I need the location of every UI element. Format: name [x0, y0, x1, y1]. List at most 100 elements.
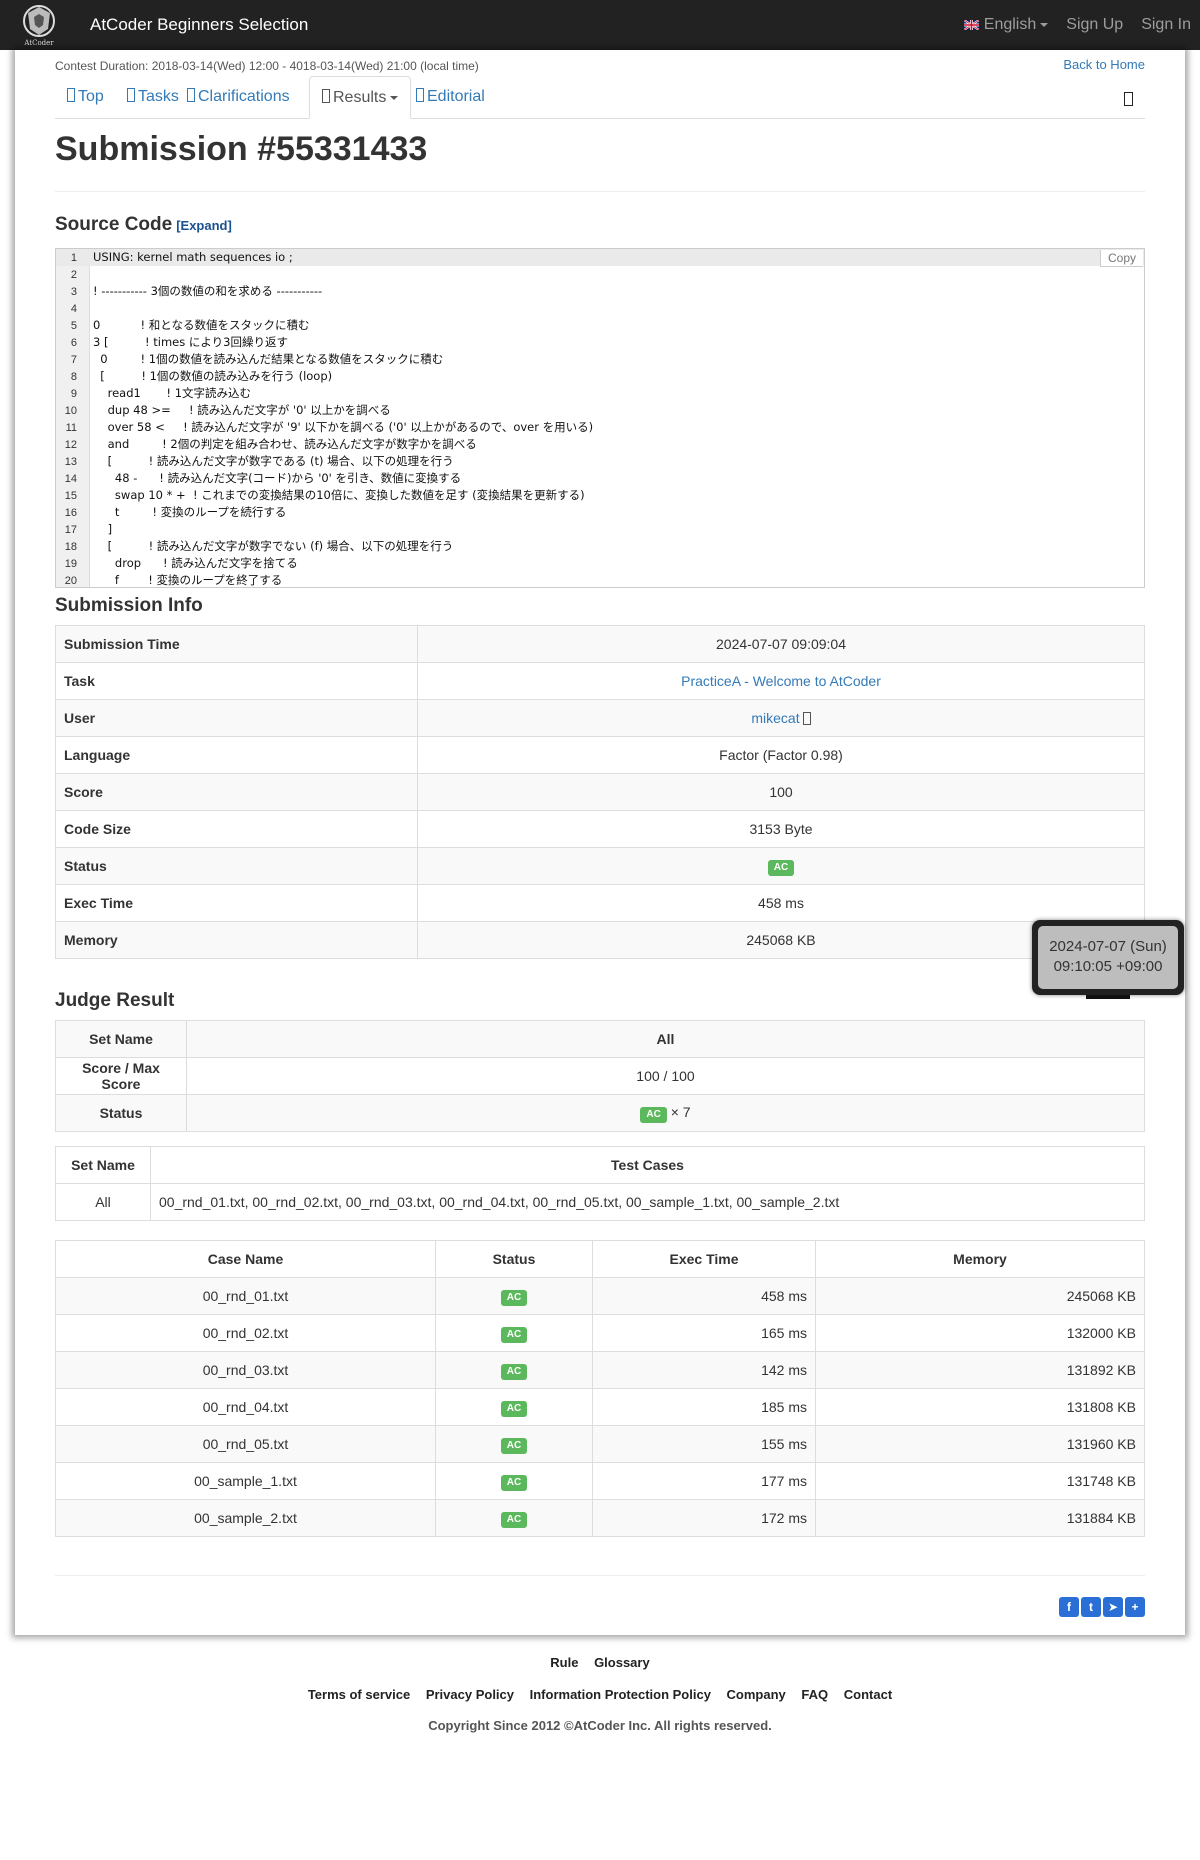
judge-result-heading: Judge Result	[55, 990, 175, 1011]
status-badge[interactable]: AC	[500, 1437, 528, 1454]
status-badge[interactable]: AC	[500, 1326, 528, 1343]
footer-link-info-protection[interactable]: Information Protection Policy	[530, 1687, 711, 1702]
tab-label: Clarifications	[198, 88, 290, 105]
code-text: over 58 < ! 読み込んだ文字が '9' 以下かを調べる ('0' 以上…	[93, 420, 594, 434]
info-row-user: User mikecat	[55, 699, 1145, 737]
line-number: 9	[70, 388, 77, 400]
case-status: AC	[435, 1277, 593, 1315]
user-link[interactable]: mikecat	[751, 710, 799, 726]
case-name: 00_sample_1.txt	[55, 1462, 436, 1500]
test-sets-table: Set Name Test Cases All 00_rnd_01.txt, 0…	[55, 1146, 1145, 1221]
status-badge[interactable]: AC	[500, 1400, 528, 1417]
line-number: 8	[70, 371, 77, 383]
set-name-header: Set Name	[55, 1146, 151, 1184]
contest-duration: Contest Duration: 2018-03-14(Wed) 12:00 …	[55, 59, 479, 73]
tab-editorial[interactable]: Editorial	[404, 76, 497, 118]
sign-in-link[interactable]: Sign In	[1132, 0, 1200, 50]
status-badge[interactable]: AC	[500, 1363, 528, 1380]
footer-link-faq[interactable]: FAQ	[801, 1687, 828, 1702]
case-status: AC	[435, 1388, 593, 1426]
back-to-home-link[interactable]: Back to Home	[1063, 57, 1145, 72]
page-title: Submission #55331433	[55, 130, 428, 168]
expand-link[interactable]: [Expand]	[176, 218, 232, 233]
case-exec-time: 142 ms	[592, 1351, 816, 1389]
footer-link-privacy[interactable]: Privacy Policy	[426, 1687, 514, 1702]
info-row-language: Language Factor (Factor 0.98)	[55, 736, 1145, 774]
share-plus-icon[interactable]: +	[1125, 1597, 1145, 1617]
facebook-icon[interactable]: f	[1059, 1597, 1079, 1617]
case-memory: 131748 KB	[815, 1462, 1145, 1500]
status-label: Status	[55, 1094, 187, 1132]
table-row: 00_rnd_01.txt AC 458 ms 245068 KB	[55, 1277, 1145, 1315]
twitter-icon[interactable]: t	[1081, 1597, 1101, 1617]
table-row: 00_rnd_03.txt AC 142 ms 131892 KB	[55, 1351, 1145, 1389]
info-value: Factor (Factor 0.98)	[417, 736, 1145, 774]
question-icon	[187, 88, 195, 102]
test-cases-cell: 00_rnd_01.txt, 00_rnd_02.txt, 00_rnd_03.…	[150, 1183, 1145, 1221]
line-number: 7	[70, 354, 77, 366]
line-number: 2	[70, 269, 77, 281]
info-label: Exec Time	[55, 884, 418, 922]
set-name-cell: All	[55, 1183, 151, 1221]
info-row-score: Score 100	[55, 773, 1145, 811]
status-badge[interactable]: AC	[500, 1511, 528, 1528]
footer-link-terms[interactable]: Terms of service	[308, 1687, 410, 1702]
sign-up-link[interactable]: Sign Up	[1057, 0, 1132, 50]
user-submissions-icon[interactable]	[802, 712, 811, 725]
line-number: 18	[64, 541, 77, 553]
task-link[interactable]: PracticeA - Welcome to AtCoder	[681, 673, 881, 689]
atcoder-logo[interactable]: AtCoder	[14, 3, 64, 47]
status-badge[interactable]: AC	[500, 1289, 528, 1306]
submission-info-table: Submission Time 2024-07-07 09:09:04 Task Pr…	[55, 625, 1145, 959]
case-exec-time: 165 ms	[592, 1314, 816, 1352]
status-header[interactable]: Status	[435, 1240, 593, 1278]
code-text: 48 - ! 読み込んだ文字(コード)から '0' を引き、数値に変換する	[93, 471, 462, 485]
score-label: Score / Max Score	[55, 1057, 187, 1095]
info-row-exec-time: Exec Time 458 ms	[55, 884, 1145, 922]
code-line: 19 drop ! 読み込んだ文字を捨てる	[56, 555, 1144, 572]
top-navbar: AtCoder AtCoder Beginners Selection Engl…	[0, 0, 1200, 50]
code-line: 9 read1 ! 1文字読み込む	[56, 385, 1144, 402]
code-line: 1 USING: kernel math sequences io ;	[56, 249, 1144, 266]
code-text: swap 10 * + ! これまでの変換結果の10倍に、変換した数値を足す (…	[93, 488, 585, 502]
tab-top[interactable]: Top	[55, 76, 116, 118]
code-text: t ! 変換のループを続行する	[93, 505, 287, 519]
table-row: 00_rnd_02.txt AC 165 ms 132000 KB	[55, 1314, 1145, 1352]
contest-brand[interactable]: AtCoder Beginners Selection	[90, 0, 308, 50]
favorite-icon[interactable]	[1124, 92, 1133, 106]
source-code-block[interactable]: 1 USING: kernel math sequences io ; 2 3 ! --…	[55, 248, 1145, 588]
caret-down-icon	[1040, 23, 1049, 27]
status-badge[interactable]: AC	[500, 1474, 528, 1491]
tab-results[interactable]: Results	[309, 76, 412, 119]
info-row-submission-time: Submission Time 2024-07-07 09:09:04	[55, 625, 1145, 663]
info-value: mikecat	[417, 699, 1145, 737]
tab-label: Tasks	[138, 88, 179, 105]
info-value: 3153 Byte	[417, 810, 1145, 848]
footer-link-rule[interactable]: Rule	[550, 1655, 578, 1670]
memory-header[interactable]: Memory	[815, 1240, 1145, 1278]
code-line: 7 0 ! 1個の数値を読み込んだ結果となる数値をスタックに積む	[56, 351, 1144, 368]
tasks-icon	[127, 88, 135, 102]
case-name-header[interactable]: Case Name	[55, 1240, 436, 1278]
divider	[55, 191, 1145, 192]
code-text: 0 ! 和となる数値をスタックに積む	[93, 318, 310, 332]
code-text: dup 48 >= ! 読み込んだ文字が '0' 以上かを調べる	[93, 403, 391, 417]
language-dropdown[interactable]: English	[955, 0, 1057, 50]
status-badge[interactable]: AC	[767, 859, 795, 876]
telegram-icon[interactable]: ➤	[1103, 1597, 1123, 1617]
footer-link-glossary[interactable]: Glossary	[594, 1655, 650, 1670]
status-badge[interactable]: AC	[640, 1106, 667, 1123]
code-text: ]	[93, 522, 113, 536]
tab-clarifications[interactable]: Clarifications	[175, 76, 302, 118]
line-number: 11	[65, 422, 77, 434]
footer-link-contact[interactable]: Contact	[844, 1687, 892, 1702]
exec-time-header[interactable]: Exec Time	[592, 1240, 816, 1278]
line-number: 13	[64, 456, 77, 468]
footer-row-2: Terms of service Privacy Policy Informat…	[0, 1687, 1200, 1702]
footer-link-company[interactable]: Company	[727, 1687, 786, 1702]
table-row: 00_sample_1.txt AC 177 ms 131748 KB	[55, 1462, 1145, 1500]
tab-label: Top	[78, 88, 104, 105]
info-value: 2024-07-07 09:09:04	[417, 625, 1145, 663]
copy-button[interactable]: Copy	[1099, 250, 1143, 267]
code-line: 5 0 ! 和となる数値をスタックに積む	[56, 317, 1144, 334]
